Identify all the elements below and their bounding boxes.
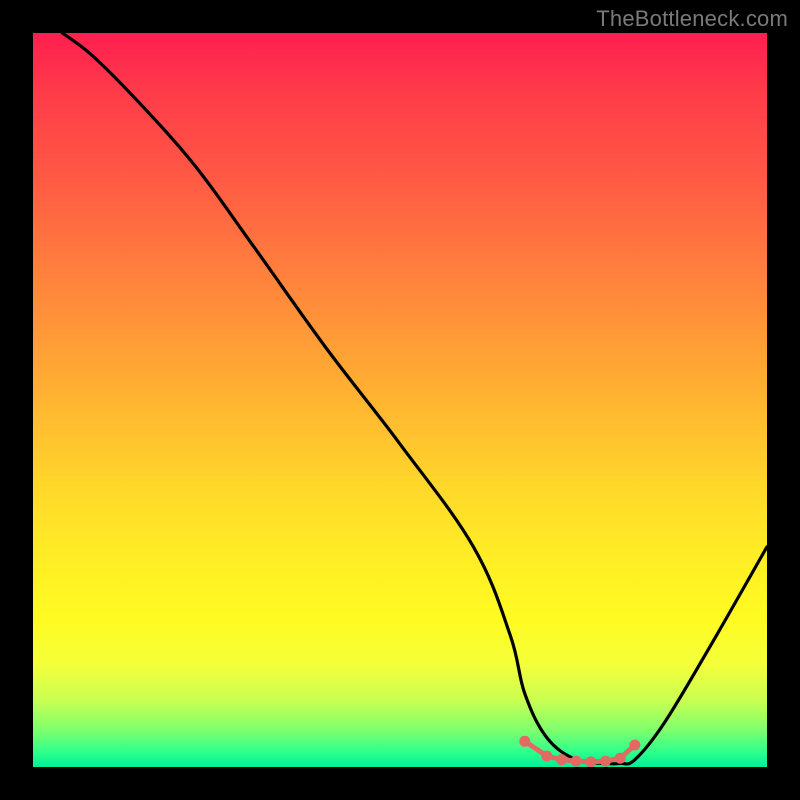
valley-marker-dot	[571, 756, 582, 767]
valley-marker-dot	[629, 739, 640, 750]
watermark-text: TheBottleneck.com	[596, 6, 788, 32]
valley-marker-dot	[541, 750, 552, 761]
valley-markers-group	[519, 736, 640, 767]
valley-marker-dot	[600, 756, 611, 767]
chart-frame: TheBottleneck.com	[0, 0, 800, 800]
valley-marker-dot	[615, 753, 626, 764]
valley-marker-dot	[585, 756, 596, 767]
valley-marker-dot	[519, 736, 530, 747]
valley-marker-dot	[556, 754, 567, 765]
chart-svg	[33, 33, 767, 767]
plot-area	[33, 33, 767, 767]
bottleneck-curve-path	[62, 33, 767, 764]
